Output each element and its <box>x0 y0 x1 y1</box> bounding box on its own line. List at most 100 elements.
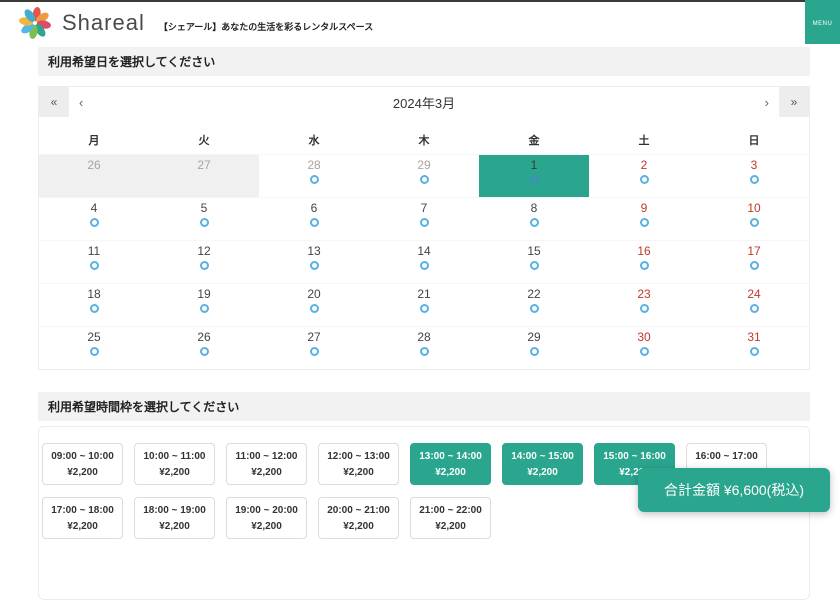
weekday-label: 土 <box>589 132 699 148</box>
next-year-button[interactable]: » <box>779 87 809 117</box>
availability-circle-icon <box>310 175 319 184</box>
calendar-day-cell[interactable]: 19 <box>149 284 259 326</box>
time-slot-button[interactable]: 14:00 ~ 15:00¥2,200 <box>502 443 583 485</box>
calendar-week-row: 11121314151617 <box>39 240 809 283</box>
prev-year-button[interactable]: « <box>39 87 69 117</box>
day-number: 23 <box>589 287 699 302</box>
calendar-day-cell[interactable]: 4 <box>39 198 149 240</box>
total-amount-label: 合計金額 ¥6,600(税込) <box>664 480 804 500</box>
availability-circle-icon <box>310 261 319 270</box>
availability-circle-icon <box>640 347 649 356</box>
calendar-day-cell[interactable]: 31 <box>699 327 809 369</box>
calendar-day-cell[interactable]: 30 <box>589 327 699 369</box>
availability-circle-icon <box>200 218 209 227</box>
slot-price: ¥2,200 <box>159 521 190 532</box>
calendar-day-cell[interactable]: 16 <box>589 241 699 283</box>
shareal-logo-icon <box>16 4 54 42</box>
calendar-day-cell[interactable]: 13 <box>259 241 369 283</box>
calendar-day-cell[interactable]: 17 <box>699 241 809 283</box>
calendar-day-cell[interactable]: 9 <box>589 198 699 240</box>
weekday-label: 金 <box>479 132 589 148</box>
day-number: 26 <box>39 158 149 173</box>
day-number: 27 <box>149 158 259 173</box>
day-number: 29 <box>369 158 479 173</box>
availability-circle-icon <box>420 261 429 270</box>
weekday-label: 木 <box>369 132 479 148</box>
calendar-day-cell[interactable]: 29 <box>479 327 589 369</box>
slot-price: ¥2,200 <box>435 521 466 532</box>
availability-circle-icon <box>420 304 429 313</box>
time-slot-button[interactable]: 18:00 ~ 19:00¥2,200 <box>134 497 215 539</box>
calendar-day-cell: 27 <box>149 155 259 197</box>
calendar-day-cell[interactable]: 25 <box>39 327 149 369</box>
availability-circle-icon <box>310 218 319 227</box>
availability-circle-icon <box>420 218 429 227</box>
calendar-day-cell[interactable]: 18 <box>39 284 149 326</box>
calendar-day-cell[interactable]: 28 <box>369 327 479 369</box>
calendar-day-cell[interactable]: 20 <box>259 284 369 326</box>
calendar-nav-center: ‹ 2024年3月 › <box>69 87 779 117</box>
calendar-day-cell[interactable]: 14 <box>369 241 479 283</box>
time-slot-button[interactable]: 11:00 ~ 12:00¥2,200 <box>226 443 307 485</box>
time-slot-button[interactable]: 20:00 ~ 21:00¥2,200 <box>318 497 399 539</box>
day-number: 28 <box>369 330 479 345</box>
time-slot-panel: 09:00 ~ 10:00¥2,20010:00 ~ 11:00¥2,20011… <box>38 426 810 600</box>
calendar-day-cell[interactable]: 24 <box>699 284 809 326</box>
calendar-day-cell[interactable]: 22 <box>479 284 589 326</box>
calendar-day-cell[interactable]: 21 <box>369 284 479 326</box>
calendar-day-cell[interactable]: 7 <box>369 198 479 240</box>
time-slot-button[interactable]: 09:00 ~ 10:00¥2,200 <box>42 443 123 485</box>
slot-time: 12:00 ~ 13:00 <box>327 451 390 462</box>
day-number: 13 <box>259 244 369 259</box>
slot-time: 15:00 ~ 16:00 <box>603 451 666 462</box>
day-number: 16 <box>589 244 699 259</box>
day-number: 5 <box>149 201 259 216</box>
availability-circle-icon <box>530 261 539 270</box>
day-number: 7 <box>369 201 479 216</box>
calendar-day-cell[interactable]: 1 <box>479 155 589 197</box>
calendar-day-cell[interactable]: 28 <box>259 155 369 197</box>
time-slot-button[interactable]: 10:00 ~ 11:00¥2,200 <box>134 443 215 485</box>
slot-price: ¥2,200 <box>343 467 374 478</box>
calendar-day-cell[interactable]: 3 <box>699 155 809 197</box>
availability-circle-icon <box>200 304 209 313</box>
time-slot-button[interactable]: 12:00 ~ 13:00 ¥2,200 <box>318 443 399 485</box>
availability-circle-icon <box>90 261 99 270</box>
calendar-day-cell[interactable]: 8 <box>479 198 589 240</box>
day-number: 1 <box>479 158 589 173</box>
calendar-day-cell[interactable]: 15 <box>479 241 589 283</box>
availability-circle-icon <box>200 261 209 270</box>
calendar-day-cell[interactable]: 11 <box>39 241 149 283</box>
calendar-day-cell[interactable]: 12 <box>149 241 259 283</box>
time-slot-button[interactable]: 17:00 ~ 18:00¥2,200 <box>42 497 123 539</box>
calendar-day-cell[interactable]: 27 <box>259 327 369 369</box>
calendar-week-row: 25262728293031 <box>39 326 809 369</box>
time-slot-button[interactable]: 21:00 ~ 22:00¥2,200 <box>410 497 491 539</box>
day-number: 31 <box>699 330 809 345</box>
calendar-day-cell[interactable]: 2 <box>589 155 699 197</box>
calendar-week-row: 26272829123 <box>39 154 809 197</box>
calendar-day-cell[interactable]: 23 <box>589 284 699 326</box>
main-content: 利用希望日を選択してください « ‹ 2024年3月 › » 月火水木金土日 2… <box>38 47 810 600</box>
calendar-day-cell: 26 <box>39 155 149 197</box>
calendar-nav: « ‹ 2024年3月 › » <box>39 87 809 117</box>
day-number: 17 <box>699 244 809 259</box>
next-month-button[interactable]: › <box>755 87 779 117</box>
time-slot-button[interactable]: 19:00 ~ 20:00¥2,200 <box>226 497 307 539</box>
slot-price: ¥2,200 <box>251 521 282 532</box>
menu-label: MENU <box>813 21 833 27</box>
calendar-day-cell[interactable]: 26 <box>149 327 259 369</box>
time-slot-button[interactable]: 13:00 ~ 14:00¥2,200 <box>410 443 491 485</box>
calendar-day-cell[interactable]: 5 <box>149 198 259 240</box>
availability-circle-icon <box>640 218 649 227</box>
availability-circle-icon <box>530 218 539 227</box>
menu-button[interactable]: MENU <box>805 0 840 44</box>
calendar-day-cell[interactable]: 6 <box>259 198 369 240</box>
slot-time: 09:00 ~ 10:00 <box>51 451 114 462</box>
prev-month-button[interactable]: ‹ <box>69 87 93 117</box>
day-number: 29 <box>479 330 589 345</box>
calendar-day-cell[interactable]: 29 <box>369 155 479 197</box>
availability-circle-icon <box>420 347 429 356</box>
slot-price: ¥2,200 <box>67 521 98 532</box>
calendar-day-cell[interactable]: 10 <box>699 198 809 240</box>
